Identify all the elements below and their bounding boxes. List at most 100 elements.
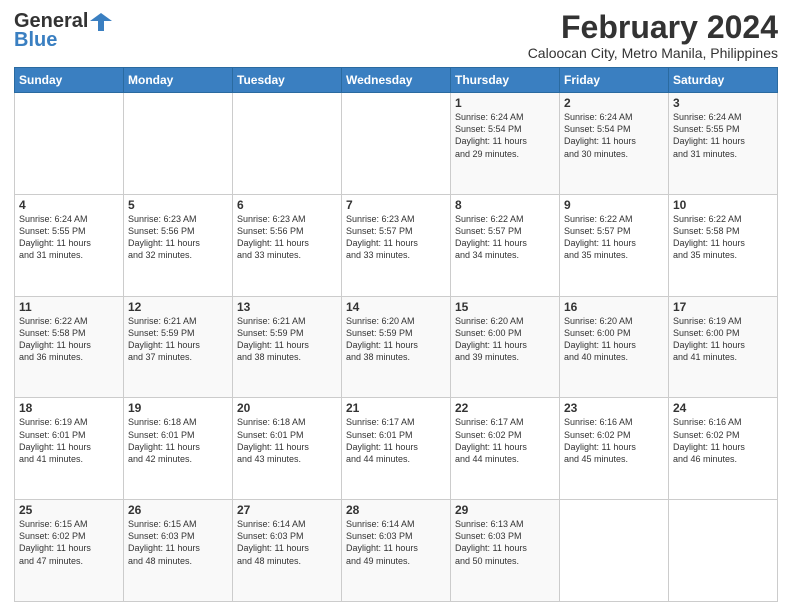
calendar-cell [560,500,669,602]
calendar-week-row: 1Sunrise: 6:24 AM Sunset: 5:54 PM Daylig… [15,93,778,195]
calendar-day-header: Tuesday [233,68,342,93]
calendar-week-row: 4Sunrise: 6:24 AM Sunset: 5:55 PM Daylig… [15,194,778,296]
calendar-cell: 26Sunrise: 6:15 AM Sunset: 6:03 PM Dayli… [124,500,233,602]
day-info: Sunrise: 6:18 AM Sunset: 6:01 PM Dayligh… [128,416,228,465]
calendar-cell: 7Sunrise: 6:23 AM Sunset: 5:57 PM Daylig… [342,194,451,296]
day-info: Sunrise: 6:14 AM Sunset: 6:03 PM Dayligh… [346,518,446,567]
logo-blue: Blue [14,29,57,52]
calendar-cell: 27Sunrise: 6:14 AM Sunset: 6:03 PM Dayli… [233,500,342,602]
day-info: Sunrise: 6:24 AM Sunset: 5:54 PM Dayligh… [564,111,664,160]
day-number: 15 [455,300,555,314]
calendar-day-header: Sunday [15,68,124,93]
calendar-cell [124,93,233,195]
day-info: Sunrise: 6:24 AM Sunset: 5:55 PM Dayligh… [673,111,773,160]
day-number: 18 [19,401,119,415]
day-number: 5 [128,198,228,212]
day-info: Sunrise: 6:16 AM Sunset: 6:02 PM Dayligh… [673,416,773,465]
day-number: 28 [346,503,446,517]
day-info: Sunrise: 6:18 AM Sunset: 6:01 PM Dayligh… [237,416,337,465]
day-number: 27 [237,503,337,517]
page: General Blue February 2024 Caloocan City… [0,0,792,612]
day-info: Sunrise: 6:17 AM Sunset: 6:01 PM Dayligh… [346,416,446,465]
calendar-week-row: 25Sunrise: 6:15 AM Sunset: 6:02 PM Dayli… [15,500,778,602]
calendar-cell: 3Sunrise: 6:24 AM Sunset: 5:55 PM Daylig… [669,93,778,195]
day-number: 25 [19,503,119,517]
day-info: Sunrise: 6:20 AM Sunset: 5:59 PM Dayligh… [346,315,446,364]
calendar-header-row: SundayMondayTuesdayWednesdayThursdayFrid… [15,68,778,93]
day-info: Sunrise: 6:22 AM Sunset: 5:57 PM Dayligh… [564,213,664,262]
day-number: 4 [19,198,119,212]
day-number: 12 [128,300,228,314]
day-info: Sunrise: 6:23 AM Sunset: 5:57 PM Dayligh… [346,213,446,262]
day-info: Sunrise: 6:22 AM Sunset: 5:57 PM Dayligh… [455,213,555,262]
title-block: February 2024 Caloocan City, Metro Manil… [528,10,778,61]
calendar-cell [233,93,342,195]
day-info: Sunrise: 6:21 AM Sunset: 5:59 PM Dayligh… [128,315,228,364]
calendar-cell: 4Sunrise: 6:24 AM Sunset: 5:55 PM Daylig… [15,194,124,296]
calendar-cell: 20Sunrise: 6:18 AM Sunset: 6:01 PM Dayli… [233,398,342,500]
calendar-day-header: Thursday [451,68,560,93]
calendar-cell: 19Sunrise: 6:18 AM Sunset: 6:01 PM Dayli… [124,398,233,500]
day-info: Sunrise: 6:15 AM Sunset: 6:02 PM Dayligh… [19,518,119,567]
day-number: 9 [564,198,664,212]
day-info: Sunrise: 6:13 AM Sunset: 6:03 PM Dayligh… [455,518,555,567]
day-info: Sunrise: 6:24 AM Sunset: 5:55 PM Dayligh… [19,213,119,262]
calendar-cell: 12Sunrise: 6:21 AM Sunset: 5:59 PM Dayli… [124,296,233,398]
calendar-cell: 11Sunrise: 6:22 AM Sunset: 5:58 PM Dayli… [15,296,124,398]
day-number: 1 [455,96,555,110]
day-info: Sunrise: 6:21 AM Sunset: 5:59 PM Dayligh… [237,315,337,364]
day-info: Sunrise: 6:20 AM Sunset: 6:00 PM Dayligh… [564,315,664,364]
calendar-cell: 15Sunrise: 6:20 AM Sunset: 6:00 PM Dayli… [451,296,560,398]
day-number: 2 [564,96,664,110]
day-number: 10 [673,198,773,212]
calendar-day-header: Saturday [669,68,778,93]
day-number: 6 [237,198,337,212]
calendar-cell [342,93,451,195]
day-number: 19 [128,401,228,415]
calendar-cell: 24Sunrise: 6:16 AM Sunset: 6:02 PM Dayli… [669,398,778,500]
calendar-cell: 25Sunrise: 6:15 AM Sunset: 6:02 PM Dayli… [15,500,124,602]
day-number: 8 [455,198,555,212]
logo: General Blue [14,10,112,52]
day-info: Sunrise: 6:16 AM Sunset: 6:02 PM Dayligh… [564,416,664,465]
calendar-cell: 28Sunrise: 6:14 AM Sunset: 6:03 PM Dayli… [342,500,451,602]
header: General Blue February 2024 Caloocan City… [14,10,778,61]
main-title: February 2024 [528,10,778,45]
day-number: 24 [673,401,773,415]
calendar-cell: 21Sunrise: 6:17 AM Sunset: 6:01 PM Dayli… [342,398,451,500]
logo-bird-icon [90,11,112,33]
day-number: 7 [346,198,446,212]
day-info: Sunrise: 6:19 AM Sunset: 6:01 PM Dayligh… [19,416,119,465]
day-info: Sunrise: 6:22 AM Sunset: 5:58 PM Dayligh… [673,213,773,262]
calendar-cell: 1Sunrise: 6:24 AM Sunset: 5:54 PM Daylig… [451,93,560,195]
day-number: 16 [564,300,664,314]
day-number: 26 [128,503,228,517]
day-number: 14 [346,300,446,314]
day-info: Sunrise: 6:23 AM Sunset: 5:56 PM Dayligh… [128,213,228,262]
day-number: 11 [19,300,119,314]
calendar-cell: 16Sunrise: 6:20 AM Sunset: 6:00 PM Dayli… [560,296,669,398]
calendar-day-header: Wednesday [342,68,451,93]
day-info: Sunrise: 6:20 AM Sunset: 6:00 PM Dayligh… [455,315,555,364]
calendar-cell: 13Sunrise: 6:21 AM Sunset: 5:59 PM Dayli… [233,296,342,398]
calendar-cell: 6Sunrise: 6:23 AM Sunset: 5:56 PM Daylig… [233,194,342,296]
day-info: Sunrise: 6:17 AM Sunset: 6:02 PM Dayligh… [455,416,555,465]
day-info: Sunrise: 6:14 AM Sunset: 6:03 PM Dayligh… [237,518,337,567]
calendar-cell: 14Sunrise: 6:20 AM Sunset: 5:59 PM Dayli… [342,296,451,398]
calendar-cell: 8Sunrise: 6:22 AM Sunset: 5:57 PM Daylig… [451,194,560,296]
day-number: 17 [673,300,773,314]
calendar-day-header: Monday [124,68,233,93]
day-info: Sunrise: 6:23 AM Sunset: 5:56 PM Dayligh… [237,213,337,262]
day-number: 29 [455,503,555,517]
day-info: Sunrise: 6:24 AM Sunset: 5:54 PM Dayligh… [455,111,555,160]
day-number: 22 [455,401,555,415]
day-number: 20 [237,401,337,415]
subtitle: Caloocan City, Metro Manila, Philippines [528,45,778,61]
day-info: Sunrise: 6:19 AM Sunset: 6:00 PM Dayligh… [673,315,773,364]
day-info: Sunrise: 6:15 AM Sunset: 6:03 PM Dayligh… [128,518,228,567]
calendar-cell: 29Sunrise: 6:13 AM Sunset: 6:03 PM Dayli… [451,500,560,602]
calendar-week-row: 11Sunrise: 6:22 AM Sunset: 5:58 PM Dayli… [15,296,778,398]
day-number: 13 [237,300,337,314]
day-number: 21 [346,401,446,415]
day-number: 23 [564,401,664,415]
